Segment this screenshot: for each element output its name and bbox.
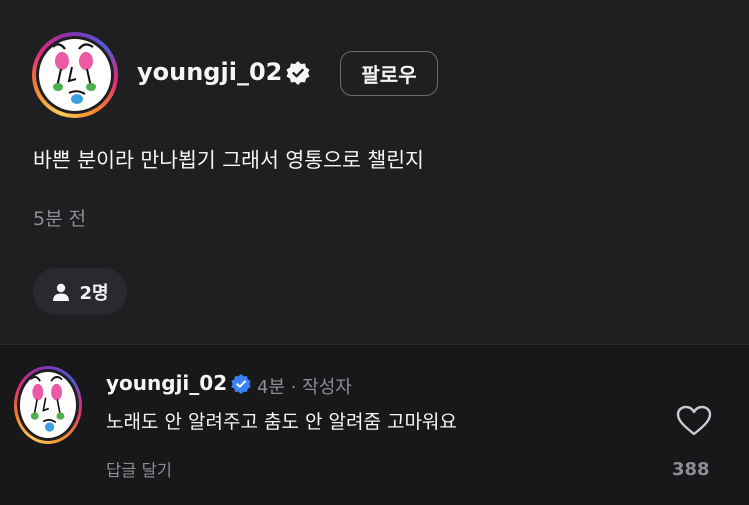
verified-check-icon bbox=[231, 373, 251, 395]
comment-avatar[interactable] bbox=[14, 366, 82, 444]
post-text: 바쁜 분이라 만나뵙기 그래서 영통으로 챌린지 bbox=[33, 148, 424, 172]
avatar-doodle-icon bbox=[52, 43, 96, 104]
comment-username[interactable]: youngji_02 bbox=[106, 371, 227, 395]
reply-button[interactable]: 답글 달기 bbox=[106, 457, 172, 481]
post-card: youngji_02 팔로우 바쁜 분이라 만나뵙기 그래서 영통으로 챌린지 … bbox=[0, 0, 749, 344]
heart-icon[interactable] bbox=[676, 405, 712, 437]
avatar-doodle-icon bbox=[30, 376, 65, 432]
like-count: 388 bbox=[672, 459, 710, 480]
verified-badge-icon bbox=[286, 61, 310, 85]
follow-button[interactable]: 팔로우 bbox=[340, 51, 438, 96]
person-icon bbox=[53, 283, 70, 301]
post-username[interactable]: youngji_02 bbox=[137, 58, 282, 86]
people-count: 2명 bbox=[79, 282, 109, 304]
comment-meta: 4분 · 작성자 bbox=[257, 377, 352, 398]
post-timestamp: 5분 전 bbox=[33, 208, 87, 230]
comment-text: 노래도 안 알려주고 춤도 안 알려줌 고마워요 bbox=[106, 411, 457, 433]
people-count-button[interactable]: 2명 bbox=[33, 268, 127, 315]
divider bbox=[0, 344, 749, 345]
post-avatar[interactable] bbox=[32, 32, 118, 118]
